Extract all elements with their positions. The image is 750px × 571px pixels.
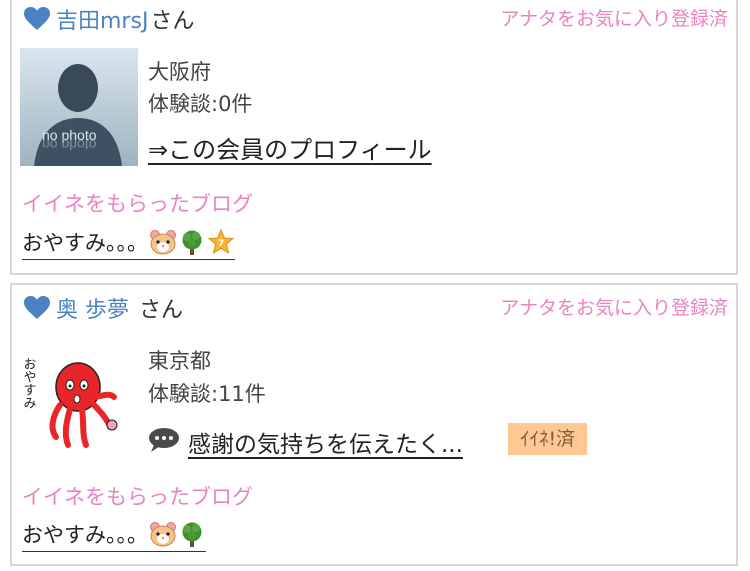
member-card: 吉田mrsJ さん アナタをお気に入り登録済 no photo no photo… [10,0,738,275]
blog-link[interactable]: おやすみ。。。 7 [22,227,235,260]
avatar[interactable]: no photo no photo [20,48,138,166]
svg-text:7: 7 [218,239,224,249]
favorite-status: アナタをお気に入り登録済 [500,8,728,30]
member-header: 奥 歩夢 さん [24,293,183,323]
member-name[interactable]: 奥 歩夢 [56,292,129,324]
star-7-badge-icon: 7 [207,229,235,255]
heart-icon [24,7,50,30]
svg-text:no photo: no photo [42,137,97,153]
speech-bubble-icon [149,428,179,452]
heart-icon [24,296,50,319]
tree-icon [182,522,202,547]
iine-done-badge: ｲｲﾈ!済 [508,423,588,455]
hamster-icon [150,522,176,547]
blog-link[interactable]: おやすみ。。。 [22,519,206,552]
experience-count: 体験談:0件 [148,92,253,116]
prefecture: 大阪府 [148,60,211,84]
honorific: さん [150,9,195,34]
blog-title: おやすみ。。。 [22,523,148,547]
tree-icon [182,230,202,255]
profile-link[interactable]: ⇒この会員のプロフィール [148,130,432,165]
liked-blog-heading: イイネをもらったブログ [22,485,253,509]
member-header: 吉田mrsJ さん [24,4,194,34]
honorific: さん [139,298,184,323]
favorite-status: アナタをお気に入り登録済 [500,297,728,319]
avatar-caption: おやすみ [21,357,37,409]
prefecture: 東京都 [148,349,211,373]
member-name[interactable]: 吉田mrsJ [56,3,148,35]
hamster-icon [150,230,176,255]
message-link[interactable]: 感謝の気持ちを伝えたく... [188,425,463,459]
avatar[interactable]: おやすみ [20,347,120,457]
experience-count: 体験談:11件 [148,382,266,406]
member-card: 奥 歩夢 さん アナタをお気に入り登録済 おやすみ 東京都 体験談:11件 感謝… [10,283,738,566]
blog-title: おやすみ。。。 [22,231,148,255]
liked-blog-heading: イイネをもらったブログ [22,192,253,216]
